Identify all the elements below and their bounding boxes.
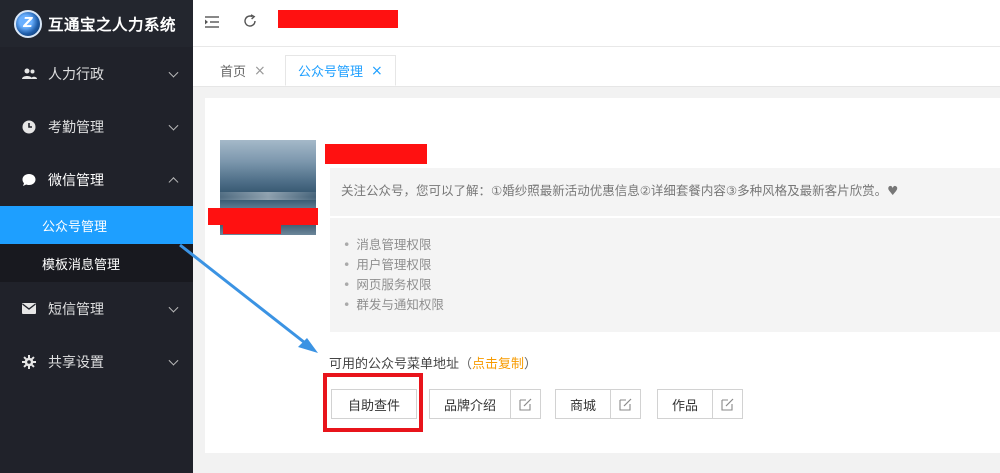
chevron-down-icon — [168, 67, 179, 78]
tab-bar: 首页 × 公众号管理 × — [193, 47, 1000, 87]
sidebar-item-template-messages[interactable]: 模板消息管理 — [0, 244, 193, 282]
paren-close: ） — [524, 357, 538, 372]
menu-url-label: 可用的公众号菜单地址 — [329, 357, 460, 372]
tab-label: 首页 — [220, 65, 247, 80]
sidebar: Z 互通宝之人力系统 人力行政 考勤管理 微信管理 公众号管理 模板消息管理 短… — [0, 0, 193, 473]
mail-icon — [21, 301, 37, 317]
menu-button-label[interactable]: 作品 — [658, 390, 712, 418]
sidebar-item-label: 人力行政 — [48, 66, 104, 83]
redaction-mark — [278, 10, 398, 28]
sidebar-submenu-wechat: 公众号管理 模板消息管理 — [0, 206, 193, 282]
sidebar-item-attendance[interactable]: 考勤管理 — [0, 100, 193, 153]
permission-item: 网页服务权限 — [343, 275, 1000, 295]
close-icon[interactable]: × — [254, 63, 266, 79]
menu-button-label[interactable]: 商城 — [556, 390, 610, 418]
menu-button-brand: 品牌介绍 — [429, 389, 542, 419]
permission-list: 消息管理权限 用户管理权限 网页服务权限 群发与通知权限 — [343, 235, 1000, 315]
edit-icon[interactable] — [510, 390, 540, 418]
brand-title: 互通宝之人力系统 — [48, 15, 177, 34]
chevron-down-icon — [168, 120, 179, 131]
tab-official-account[interactable]: 公众号管理 × — [285, 55, 396, 86]
refresh-icon[interactable] — [243, 14, 257, 32]
account-panel: 关注公众号，您可以了解：①婚纱照最新活动优惠信息②详细套餐内容③多种风格及最新客… — [205, 98, 1000, 453]
sidebar-item-official-account[interactable]: 公众号管理 — [0, 206, 193, 244]
sidebar-item-label: 短信管理 — [48, 301, 104, 318]
close-icon[interactable]: × — [371, 63, 383, 79]
edit-icon[interactable] — [610, 390, 640, 418]
menu-url-row: 可用的公众号菜单地址（点击复制） — [329, 353, 537, 372]
permission-item: 消息管理权限 — [343, 235, 1000, 255]
paren-open: （ — [459, 357, 473, 372]
sidebar-item-wechat[interactable]: 微信管理 — [0, 153, 193, 206]
permission-item: 群发与通知权限 — [343, 295, 1000, 315]
menu-button-mall: 商城 — [555, 389, 642, 419]
chevron-down-icon — [168, 302, 179, 313]
clock-icon — [21, 119, 37, 135]
sidebar-item-hr-admin[interactable]: 人力行政 — [0, 47, 193, 100]
chevron-up-icon — [168, 176, 179, 187]
sidebar-subitem-label: 模板消息管理 — [42, 257, 121, 273]
tab-label: 公众号管理 — [298, 65, 364, 80]
sidebar-subitem-label: 公众号管理 — [42, 219, 108, 235]
gear-icon — [21, 354, 37, 370]
account-intro: 关注公众号，您可以了解：①婚纱照最新活动优惠信息②详细套餐内容③多种风格及最新客… — [330, 168, 1000, 216]
sidebar-item-sms[interactable]: 短信管理 — [0, 282, 193, 335]
brand-header: Z 互通宝之人力系统 — [0, 0, 193, 47]
sidebar-item-label: 考勤管理 — [48, 119, 104, 136]
permission-item: 用户管理权限 — [343, 255, 1000, 275]
chat-icon — [21, 172, 37, 188]
sidebar-item-share-settings[interactable]: 共享设置 — [0, 335, 193, 388]
brand-logo: Z — [14, 9, 42, 38]
copy-link[interactable]: 点击复制 — [472, 357, 524, 372]
menu-collapse-icon[interactable] — [205, 14, 219, 32]
menu-button-label[interactable]: 品牌介绍 — [430, 390, 510, 418]
chevron-down-icon — [168, 355, 179, 366]
highlight-box — [323, 373, 423, 432]
sidebar-item-label: 共享设置 — [48, 354, 104, 371]
sidebar-nav: 人力行政 考勤管理 微信管理 公众号管理 模板消息管理 短信管理 共享设置 — [0, 47, 193, 388]
users-icon — [21, 66, 37, 82]
redaction-mark — [223, 223, 281, 234]
edit-icon[interactable] — [712, 390, 742, 418]
top-bar — [193, 0, 1000, 47]
permission-box: 消息管理权限 用户管理权限 网页服务权限 群发与通知权限 — [330, 218, 1000, 332]
redaction-mark — [325, 144, 427, 164]
sidebar-item-label: 微信管理 — [48, 172, 104, 189]
tab-home[interactable]: 首页 × — [208, 55, 278, 86]
menu-button-works: 作品 — [657, 389, 744, 419]
